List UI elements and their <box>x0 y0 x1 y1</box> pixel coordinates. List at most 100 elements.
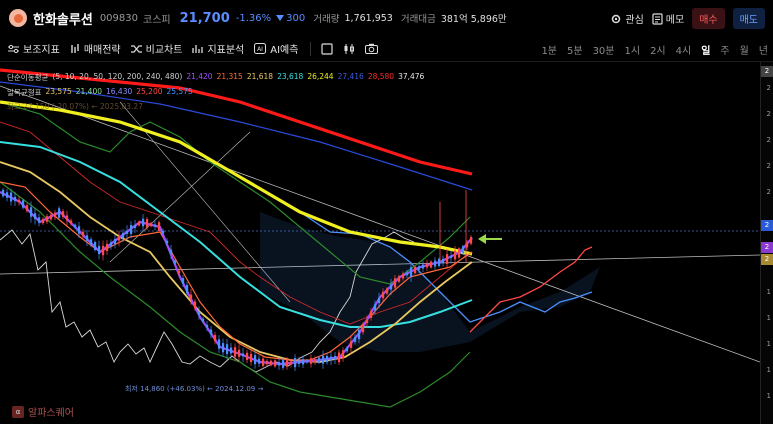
candle-body <box>458 248 461 258</box>
candle-body <box>66 215 69 221</box>
candle-body <box>210 329 213 335</box>
candle-body <box>114 238 117 245</box>
square-tool-button[interactable] <box>321 42 334 55</box>
candle-body <box>454 250 457 260</box>
current-price-tag: 2 <box>761 220 773 231</box>
candle-body <box>106 243 109 252</box>
candle-body <box>34 213 37 219</box>
watchlist-button[interactable]: 관심 <box>610 11 644 26</box>
candle-body <box>234 347 237 357</box>
candle-body <box>238 349 241 357</box>
candlestick-icon <box>344 43 355 54</box>
ma120-value: 26,244 <box>307 72 334 81</box>
candle-body <box>450 255 453 259</box>
chart-canvas[interactable] <box>0 62 760 424</box>
candle-body <box>346 347 349 352</box>
strategy-button[interactable]: 매매전략 <box>70 41 121 56</box>
ichimoku-value-1: 23,575 <box>45 87 72 96</box>
candle-body <box>62 211 65 217</box>
ai-predict-button[interactable]: AI AI예측 <box>254 41 298 56</box>
volume-label: 거래량 <box>313 14 340 25</box>
candle-body <box>218 339 221 349</box>
candle-body <box>102 245 105 256</box>
period-30min[interactable]: 30분 <box>588 42 620 57</box>
candle-body <box>342 350 345 359</box>
candle-body <box>6 192 9 198</box>
change-amount-value: 300 <box>286 12 306 24</box>
ma20-price-tag: 2 <box>761 254 773 265</box>
candle-body <box>170 249 173 255</box>
period-year[interactable]: 년 <box>754 42 773 57</box>
buy-button[interactable]: 매수 <box>692 8 725 29</box>
candle-body <box>310 358 313 364</box>
ichimoku-value-3: 16,430 <box>106 87 133 96</box>
sell-button[interactable]: 매도 <box>732 8 765 29</box>
candle-body <box>162 230 165 234</box>
memo-icon <box>652 12 663 25</box>
candle-body <box>202 318 205 322</box>
period-4h[interactable]: 4시 <box>671 42 697 57</box>
candle-body <box>270 360 273 366</box>
axis-tick: 2 <box>766 188 771 196</box>
square-icon <box>321 42 334 55</box>
period-1h[interactable]: 1시 <box>620 42 646 57</box>
candle-body <box>50 214 53 220</box>
candle-body <box>394 278 397 288</box>
memo-button[interactable]: 메모 <box>652 11 684 26</box>
arrow-marker-icon <box>478 234 502 244</box>
candle-body <box>46 216 49 222</box>
candle-body <box>262 358 265 366</box>
candle-body <box>22 200 25 208</box>
candle-body <box>174 260 177 264</box>
candle-body <box>2 189 5 197</box>
candle-body <box>294 358 297 368</box>
axis-tick: 1 <box>766 314 771 322</box>
high-legend: 최고 27,150 (-20.07%) ← 2025.03.27 <box>7 101 143 112</box>
candle-body <box>318 357 321 363</box>
candle-body <box>134 224 137 229</box>
ma200-value: 27,416 <box>337 72 364 81</box>
candle-body <box>406 272 409 276</box>
axis-tick: 2 <box>766 162 771 170</box>
candle-body <box>158 222 161 231</box>
price-chart[interactable]: 단순이동평균 (5, 10, 20, 50, 120, 200, 240, 48… <box>0 62 773 424</box>
sliders-icon <box>8 44 19 53</box>
candle-body <box>10 192 13 202</box>
compare-chart-button[interactable]: 비교차트 <box>130 41 182 56</box>
period-5min[interactable]: 5분 <box>562 42 588 57</box>
period-day[interactable]: 일 <box>696 42 715 57</box>
candle-body <box>138 221 141 226</box>
watchlist-label: 관심 <box>625 15 644 26</box>
ichimoku-legend[interactable]: 일목균형표 23,575 21,400 16,430 25,200 25,575 <box>7 87 193 98</box>
ma-legend[interactable]: 단순이동평균 (5, 10, 20, 50, 120, 200, 240, 48… <box>7 72 424 83</box>
candle-body <box>194 301 197 309</box>
period-week[interactable]: 주 <box>715 42 734 57</box>
period-1min[interactable]: 1분 <box>536 42 562 57</box>
axis-tick: 1 <box>766 392 771 400</box>
candle-body <box>326 355 329 363</box>
period-month[interactable]: 월 <box>735 42 754 57</box>
candle-body <box>186 284 189 294</box>
ma20-value: 21,618 <box>246 72 274 81</box>
ma240-value: 28,580 <box>367 72 395 81</box>
candle-body <box>154 224 157 227</box>
candle-body <box>402 273 405 279</box>
stock-name[interactable]: 한화솔루션 <box>33 9 93 28</box>
candle-body <box>282 359 285 368</box>
candle-body <box>254 355 257 365</box>
candle-body <box>230 347 233 354</box>
candle-body <box>178 270 181 274</box>
ai-icon: AI <box>254 43 267 54</box>
indicator-button[interactable]: 보조지표 <box>8 41 60 56</box>
high-price-note: 최고 27,150 (-20.07%) ← 2025.03.27 <box>7 102 143 111</box>
gear-icon <box>612 14 621 23</box>
candle-body <box>130 225 133 234</box>
candle-body <box>382 291 385 299</box>
screenshot-button[interactable] <box>365 43 379 54</box>
period-2h[interactable]: 2시 <box>645 42 671 57</box>
indicator-analysis-button[interactable]: 지표분석 <box>192 41 244 56</box>
candle-type-button[interactable] <box>343 43 355 55</box>
price-axis[interactable]: 2 2 2 2 2 2 2 2 2 1 1 1 1 1 <box>760 62 773 424</box>
candle-body <box>338 352 341 363</box>
candle-body <box>286 360 289 367</box>
